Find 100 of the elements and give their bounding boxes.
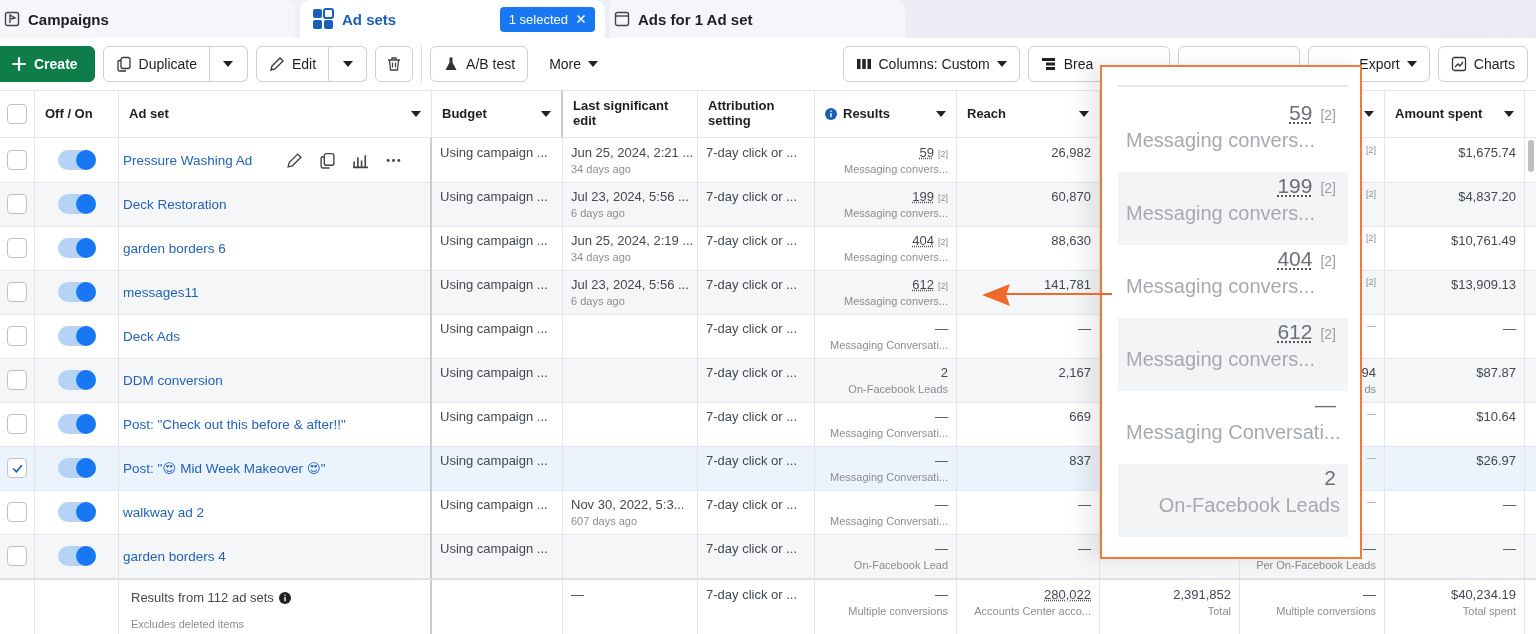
caret-icon[interactable] bbox=[411, 111, 421, 117]
scrollbar-thumb[interactable] bbox=[1527, 140, 1534, 172]
budget-text: Using campaign ... bbox=[440, 321, 548, 338]
column-header[interactable]: Attribution setting bbox=[708, 99, 798, 129]
ad-set-name[interactable]: Post: "Check out this before & after!!" bbox=[123, 416, 346, 432]
reach-value: 2,167 bbox=[1058, 365, 1091, 380]
attribution-text: 7-day click or ... bbox=[706, 277, 798, 294]
pencil-icon[interactable] bbox=[286, 151, 304, 169]
ab-test-button[interactable]: A/B test bbox=[430, 46, 529, 82]
toggle-switch[interactable] bbox=[57, 546, 96, 566]
result-type: Messaging convers... bbox=[844, 295, 948, 307]
caret-icon[interactable] bbox=[1504, 111, 1514, 117]
toggle-switch[interactable] bbox=[57, 414, 96, 434]
row-checkbox[interactable] bbox=[7, 546, 27, 566]
charts-button[interactable]: Charts bbox=[1437, 46, 1528, 82]
column-header[interactable]: Last significant edit bbox=[573, 99, 681, 129]
column-header[interactable]: Ad set bbox=[129, 106, 169, 122]
footnote: [2] bbox=[938, 193, 948, 203]
column-header[interactable]: Budget bbox=[442, 106, 487, 122]
ad-set-name[interactable]: DDM conversion bbox=[123, 372, 223, 388]
ad-set-name[interactable]: garden borders 4 bbox=[123, 548, 226, 564]
row-checkbox[interactable] bbox=[7, 238, 27, 258]
cell-fragment: — bbox=[1367, 409, 1376, 419]
toggle-switch[interactable] bbox=[57, 370, 96, 390]
result-type: On-Facebook Leads bbox=[1158, 494, 1340, 517]
attribution-text: 7-day click or ... bbox=[706, 497, 798, 514]
column-header[interactable]: Results bbox=[843, 106, 890, 122]
row-checkbox[interactable] bbox=[7, 282, 27, 302]
chart-icon bbox=[1450, 56, 1467, 72]
result-value: 612 bbox=[912, 277, 934, 292]
footnote: [2] bbox=[1320, 326, 1336, 342]
toggle-switch[interactable] bbox=[57, 150, 96, 170]
toggle-switch[interactable] bbox=[57, 282, 96, 302]
toggle-switch[interactable] bbox=[57, 502, 96, 522]
toggle-switch[interactable] bbox=[57, 238, 96, 258]
row-checkbox[interactable] bbox=[7, 370, 27, 390]
amount-spent: $10,761.49 bbox=[1450, 233, 1516, 248]
edit-button[interactable]: Edit bbox=[255, 46, 330, 82]
result-value: 59 bbox=[1289, 101, 1313, 125]
result-value: — bbox=[935, 321, 948, 336]
ad-set-name[interactable]: messages11 bbox=[123, 284, 199, 300]
row-checkbox[interactable] bbox=[7, 326, 27, 346]
create-button[interactable]: Create bbox=[0, 46, 95, 82]
info-icon[interactable] bbox=[278, 591, 291, 604]
reach-value: 837 bbox=[1069, 453, 1091, 468]
ad-set-name[interactable]: Pressure Washing Ad bbox=[123, 152, 253, 168]
caret-icon[interactable] bbox=[1079, 111, 1089, 117]
row-checkbox[interactable] bbox=[7, 150, 27, 170]
selection-count: 1 selected bbox=[508, 11, 568, 27]
column-header[interactable]: Amount spent bbox=[1395, 106, 1483, 122]
reach-value: — bbox=[1078, 497, 1091, 512]
tab-label: Ad sets bbox=[342, 10, 397, 28]
caret-icon[interactable] bbox=[541, 111, 551, 117]
attribution-text: 7-day click or ... bbox=[706, 541, 798, 558]
close-icon[interactable] bbox=[576, 14, 586, 24]
result-type: Messaging convers... bbox=[1126, 129, 1316, 152]
budget-text: Using campaign ... bbox=[440, 233, 548, 250]
ad-set-name[interactable]: Post: "😍 Mid Week Makeover 😍" bbox=[123, 460, 326, 476]
ad-set-name[interactable]: Deck Ads bbox=[123, 328, 181, 344]
cell-fragment: 94 bbox=[1361, 365, 1376, 380]
ad-set-name[interactable]: Deck Restoration bbox=[123, 196, 227, 212]
reach-value: — bbox=[1078, 541, 1091, 556]
column-header[interactable]: Off / On bbox=[45, 106, 93, 122]
row-checkbox[interactable] bbox=[7, 502, 27, 522]
result-type: Messaging Conversati... bbox=[830, 515, 948, 527]
column-header[interactable]: Reach bbox=[967, 106, 1007, 122]
row-checkbox[interactable] bbox=[7, 458, 27, 478]
footnote: [2] bbox=[938, 281, 948, 291]
tab[interactable]: Ad sets 1 selected bbox=[300, 0, 605, 38]
columns-button[interactable]: Columns: Custom bbox=[842, 46, 1020, 82]
caret-icon[interactable] bbox=[936, 111, 946, 117]
row-checkbox[interactable] bbox=[7, 414, 27, 434]
amount-spent: $87.87 bbox=[1476, 365, 1516, 380]
budget-text: Using campaign ... bbox=[440, 145, 548, 162]
duplicate-button[interactable]: Duplicate bbox=[102, 46, 210, 82]
footnote: [2] bbox=[1320, 253, 1336, 269]
tab[interactable]: Campaigns bbox=[0, 0, 295, 38]
row-checkbox[interactable] bbox=[7, 194, 27, 214]
caret-icon[interactable] bbox=[1364, 111, 1374, 117]
edit-total: — bbox=[571, 587, 584, 604]
info-icon[interactable] bbox=[825, 108, 837, 120]
footnote: [2] bbox=[938, 237, 948, 247]
selection-chip[interactable]: 1 selected bbox=[499, 6, 595, 32]
amount-spent: $4,837.20 bbox=[1458, 189, 1516, 204]
select-all-checkbox[interactable] bbox=[7, 104, 27, 124]
ad-set-name[interactable]: garden borders 6 bbox=[123, 240, 226, 256]
dropdown-button[interactable] bbox=[329, 46, 368, 82]
toggle-switch[interactable] bbox=[57, 194, 96, 214]
toggle-switch[interactable] bbox=[57, 326, 96, 346]
edit-age: 34 days ago bbox=[571, 251, 632, 263]
copy-icon[interactable] bbox=[319, 151, 337, 169]
result-value: 2 bbox=[940, 365, 948, 380]
edit-date: Jul 23, 2024, 5:56 ... bbox=[571, 277, 689, 292]
result-value: — bbox=[935, 541, 948, 556]
ad-set-name[interactable]: walkway ad 2 bbox=[123, 504, 205, 520]
dropdown-button[interactable] bbox=[209, 46, 248, 82]
delete-button[interactable] bbox=[375, 46, 414, 82]
tab[interactable]: Ads for 1 Ad set bbox=[610, 0, 905, 38]
edit-age: 6 days ago bbox=[571, 295, 626, 307]
toggle-switch[interactable] bbox=[57, 458, 96, 478]
